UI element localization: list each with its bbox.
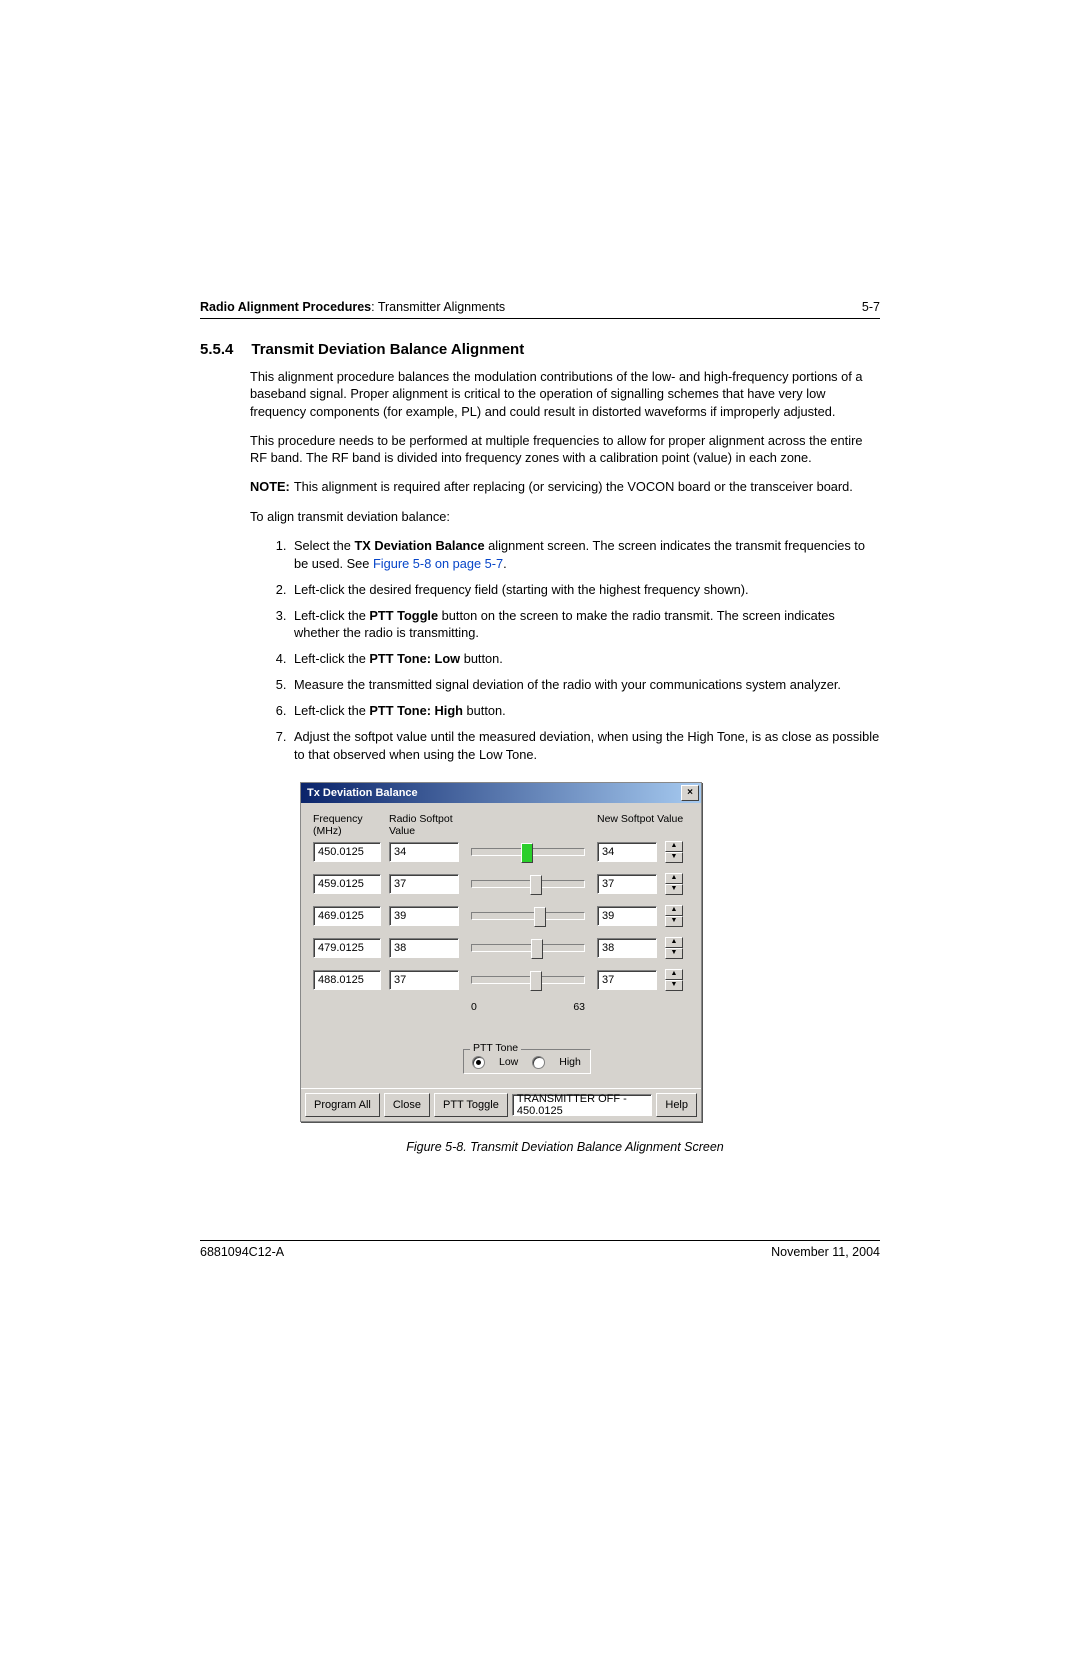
- spin-up-icon[interactable]: ▲: [665, 969, 683, 980]
- spin-up-icon[interactable]: ▲: [665, 841, 683, 852]
- new-softpot-field[interactable]: 37: [597, 970, 657, 990]
- help-button[interactable]: Help: [656, 1093, 697, 1117]
- step-1: Select the TX Deviation Balance alignmen…: [290, 537, 880, 573]
- steps-intro: To align transmit deviation balance:: [250, 508, 880, 525]
- softpot-spinner[interactable]: ▲▼: [665, 841, 689, 863]
- ptt-high-label: High: [559, 1056, 581, 1068]
- radio-softpot-field: 38: [389, 938, 459, 958]
- figure-link[interactable]: Figure 5-8 on page 5-7: [373, 556, 503, 571]
- page-number: 5-7: [862, 300, 880, 314]
- col-frequency: Frequency (MHz): [313, 813, 381, 837]
- paragraph-1: This alignment procedure balances the mo…: [250, 368, 880, 420]
- slider-thumb[interactable]: [521, 843, 533, 863]
- spin-down-icon[interactable]: ▼: [665, 980, 683, 991]
- spin-down-icon[interactable]: ▼: [665, 884, 683, 895]
- steps-list: Select the TX Deviation Balance alignmen…: [250, 537, 880, 764]
- section-number: 5.5.4: [200, 341, 233, 358]
- step-5: Measure the transmitted signal deviation…: [290, 676, 880, 694]
- new-softpot-field[interactable]: 37: [597, 874, 657, 894]
- program-all-button[interactable]: Program All: [305, 1093, 380, 1117]
- ptt-high-radio[interactable]: [532, 1056, 545, 1069]
- ptt-tone-legend: PTT Tone: [470, 1042, 521, 1054]
- paragraph-2: This procedure needs to be performed at …: [250, 432, 880, 467]
- softpot-slider[interactable]: [467, 848, 589, 856]
- ptt-tone-group: PTT Tone Low High: [463, 1049, 591, 1074]
- doc-date: November 11, 2004: [771, 1245, 880, 1259]
- radio-softpot-field: 39: [389, 906, 459, 926]
- radio-softpot-field: 37: [389, 874, 459, 894]
- step-2: Left-click the desired frequency field (…: [290, 581, 880, 599]
- close-icon[interactable]: ×: [681, 785, 699, 801]
- softpot-row: 469.0125 39 39 ▲▼: [313, 905, 689, 927]
- softpot-slider[interactable]: [467, 944, 589, 952]
- softpot-row: 488.0125 37 37 ▲▼: [313, 969, 689, 991]
- radio-softpot-field: 37: [389, 970, 459, 990]
- section-title: Transmit Deviation Balance Alignment: [251, 341, 524, 358]
- softpot-spinner[interactable]: ▲▼: [665, 937, 689, 959]
- frequency-field[interactable]: 479.0125: [313, 938, 381, 958]
- spin-down-icon[interactable]: ▼: [665, 948, 683, 959]
- spin-down-icon[interactable]: ▼: [665, 852, 683, 863]
- spin-up-icon[interactable]: ▲: [665, 873, 683, 884]
- note-text: This alignment is required after replaci…: [294, 478, 853, 495]
- new-softpot-field[interactable]: 34: [597, 842, 657, 862]
- figure-caption: Figure 5-8. Transmit Deviation Balance A…: [250, 1140, 880, 1154]
- scale-max: 63: [573, 1001, 585, 1013]
- softpot-row: 459.0125 37 37 ▲▼: [313, 873, 689, 895]
- softpot-slider[interactable]: [467, 912, 589, 920]
- tx-deviation-dialog: Tx Deviation Balance × Frequency (MHz) R…: [300, 782, 702, 1122]
- scale-min: 0: [471, 1001, 477, 1013]
- note-label: NOTE:: [250, 478, 290, 495]
- spin-down-icon[interactable]: ▼: [665, 916, 683, 927]
- frequency-field[interactable]: 488.0125: [313, 970, 381, 990]
- spin-up-icon[interactable]: ▲: [665, 905, 683, 916]
- softpot-slider[interactable]: [467, 976, 589, 984]
- doc-number: 6881094C12-A: [200, 1245, 284, 1259]
- slider-thumb[interactable]: [531, 939, 543, 959]
- softpot-spinner[interactable]: ▲▼: [665, 969, 689, 991]
- new-softpot-field[interactable]: 39: [597, 906, 657, 926]
- spin-up-icon[interactable]: ▲: [665, 937, 683, 948]
- ptt-low-label: Low: [499, 1056, 518, 1068]
- softpot-spinner[interactable]: ▲▼: [665, 905, 689, 927]
- softpot-row: 450.0125 34 34 ▲▼: [313, 841, 689, 863]
- page-footer: 6881094C12-A November 11, 2004: [200, 1240, 880, 1259]
- new-softpot-field[interactable]: 38: [597, 938, 657, 958]
- step-3: Left-click the PTT Toggle button on the …: [290, 607, 880, 643]
- slider-thumb[interactable]: [534, 907, 546, 927]
- frequency-field[interactable]: 469.0125: [313, 906, 381, 926]
- softpot-slider[interactable]: [467, 880, 589, 888]
- softpot-spinner[interactable]: ▲▼: [665, 873, 689, 895]
- step-6: Left-click the PTT Tone: High button.: [290, 702, 880, 720]
- radio-softpot-field: 34: [389, 842, 459, 862]
- frequency-field[interactable]: 450.0125: [313, 842, 381, 862]
- dialog-titlebar[interactable]: Tx Deviation Balance ×: [301, 783, 701, 803]
- col-radio-softpot: Radio Softpot Value: [389, 813, 459, 837]
- dialog-title: Tx Deviation Balance: [307, 787, 418, 799]
- slider-thumb[interactable]: [530, 875, 542, 895]
- slider-thumb[interactable]: [530, 971, 542, 991]
- close-button[interactable]: Close: [384, 1093, 430, 1117]
- running-header: Radio Alignment Procedures: Transmitter …: [200, 300, 880, 319]
- col-new-softpot: New Softpot Value: [597, 813, 689, 837]
- softpot-row: 479.0125 38 38 ▲▼: [313, 937, 689, 959]
- transmitter-status: TRANSMITTER OFF - 450.0125: [512, 1094, 653, 1116]
- step-7: Adjust the softpot value until the measu…: [290, 728, 880, 764]
- ptt-toggle-button[interactable]: PTT Toggle: [434, 1093, 508, 1117]
- note: NOTE: This alignment is required after r…: [250, 478, 880, 495]
- header-chapter: Radio Alignment Procedures: [200, 300, 371, 314]
- header-sub: : Transmitter Alignments: [371, 300, 505, 314]
- step-4: Left-click the PTT Tone: Low button.: [290, 650, 880, 668]
- section-heading: 5.5.4 Transmit Deviation Balance Alignme…: [200, 341, 880, 358]
- ptt-low-radio[interactable]: [472, 1056, 485, 1069]
- frequency-field[interactable]: 459.0125: [313, 874, 381, 894]
